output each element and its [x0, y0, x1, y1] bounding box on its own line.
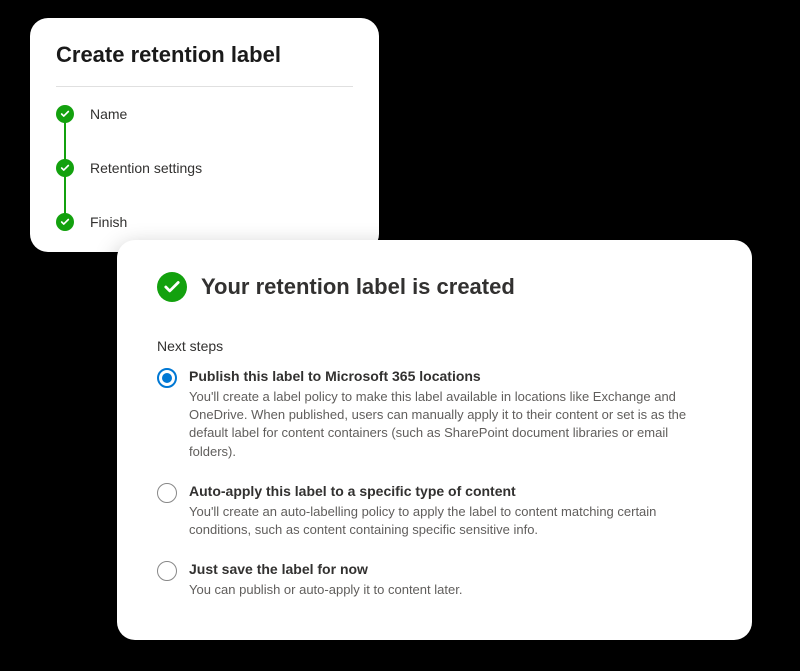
wizard-step-label: Retention settings: [90, 160, 202, 176]
radio-empty-icon[interactable]: [157, 561, 177, 581]
section-label: Next steps: [157, 338, 712, 354]
result-card: Your retention label is created Next ste…: [117, 240, 752, 640]
option-content: Publish this label to Microsoft 365 loca…: [189, 368, 712, 461]
option-desc: You'll create a label policy to make thi…: [189, 388, 712, 461]
wizard-step[interactable]: Retention settings: [56, 159, 353, 213]
radio-selected-icon[interactable]: [157, 368, 177, 388]
wizard-step-list: Name Retention settings Finish: [56, 105, 353, 231]
wizard-step[interactable]: Finish: [56, 213, 353, 231]
wizard-step-label: Name: [90, 106, 127, 122]
check-icon: [56, 159, 74, 177]
check-icon: [56, 105, 74, 123]
option-content: Auto-apply this label to a specific type…: [189, 483, 712, 539]
option-title: Auto-apply this label to a specific type…: [189, 483, 712, 499]
wizard-step-label: Finish: [90, 214, 127, 230]
option-title: Publish this label to Microsoft 365 loca…: [189, 368, 712, 384]
success-title: Your retention label is created: [201, 274, 515, 300]
check-icon: [56, 213, 74, 231]
option-publish[interactable]: Publish this label to Microsoft 365 loca…: [157, 368, 712, 461]
option-save[interactable]: Just save the label for now You can publ…: [157, 561, 712, 599]
wizard-title: Create retention label: [56, 42, 353, 68]
option-desc: You can publish or auto-apply it to cont…: [189, 581, 712, 599]
success-header: Your retention label is created: [157, 272, 712, 302]
divider: [56, 86, 353, 87]
option-autoapply[interactable]: Auto-apply this label to a specific type…: [157, 483, 712, 539]
option-desc: You'll create an auto-labelling policy t…: [189, 503, 712, 539]
radio-empty-icon[interactable]: [157, 483, 177, 503]
check-icon: [157, 272, 187, 302]
option-title: Just save the label for now: [189, 561, 712, 577]
option-content: Just save the label for now You can publ…: [189, 561, 712, 599]
wizard-card: Create retention label Name Retention se…: [30, 18, 379, 252]
wizard-step[interactable]: Name: [56, 105, 353, 159]
